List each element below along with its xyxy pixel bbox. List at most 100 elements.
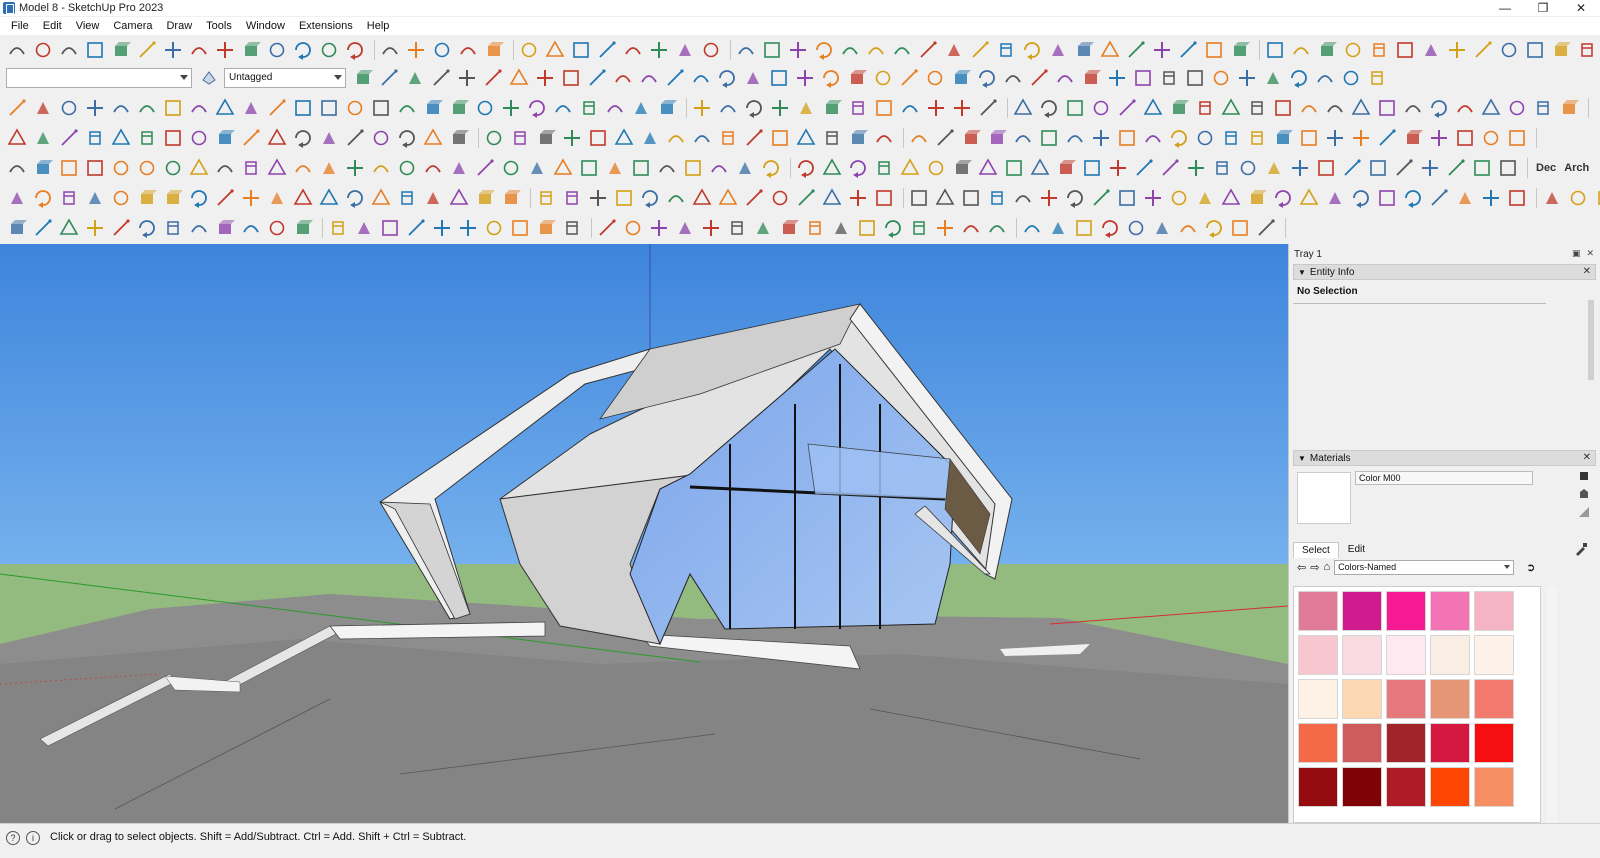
triangle-tool-icon-4-0-11[interactable] <box>292 187 314 209</box>
material-swatch-24[interactable] <box>1474 767 1514 807</box>
swatch-scrollbar[interactable] <box>1547 586 1557 823</box>
back-arrow-icon[interactable]: ⇦ <box>1297 561 1306 574</box>
document-icon-2-2-13[interactable] <box>1246 127 1268 149</box>
box-tool-icon-r2-19[interactable] <box>846 67 868 89</box>
pushpull-tool-icon-3-1-18[interactable] <box>1263 157 1285 179</box>
circle-tool-icon-5-3-4[interactable] <box>1125 217 1147 239</box>
triangle-tool-icon-3-0-10[interactable] <box>266 157 288 179</box>
menu-help[interactable]: Help <box>360 17 397 35</box>
pushpull-tool-icon-0-3-12[interactable] <box>1047 39 1069 61</box>
line-tool-icon-0-3-9[interactable] <box>969 39 991 61</box>
entity-info-close-icon[interactable]: ✕ <box>1583 266 1591 277</box>
box-tool-icon-3-0-1[interactable] <box>32 157 54 179</box>
material-swatch-1[interactable] <box>1342 591 1382 631</box>
square-tool-icon-3-1-11[interactable] <box>1081 157 1103 179</box>
move-tool-icon-3-0-13[interactable] <box>344 157 366 179</box>
triangle-tool-icon-0-2-1[interactable] <box>544 39 566 61</box>
square-tool-icon-5-3-8[interactable] <box>1229 217 1251 239</box>
document-icon-2-0-3[interactable] <box>84 127 106 149</box>
move-tool-icon-3-1-12[interactable] <box>1107 157 1129 179</box>
triangle-tool-icon-2-0-16[interactable] <box>422 127 444 149</box>
square-tool-icon-3-0-3[interactable] <box>84 157 106 179</box>
triangle-tool-icon-4-1-7[interactable] <box>717 187 739 209</box>
square-tool-icon-0-2-2[interactable] <box>570 39 592 61</box>
square-tool-icon-1-0-14[interactable] <box>370 97 392 119</box>
arc-tool-icon-r2-27[interactable] <box>1054 67 1076 89</box>
rotate-tool-icon-r2-36[interactable] <box>1288 67 1310 89</box>
triangle-tool-icon-3-1-9[interactable] <box>1029 157 1051 179</box>
triangle-tool-icon-4-0-14[interactable] <box>370 187 392 209</box>
arc-tool-icon-2-2-4[interactable] <box>1012 127 1034 149</box>
square-tool-icon-4-1-3[interactable] <box>613 187 635 209</box>
triangle-tool-icon-2-0-4[interactable] <box>110 127 132 149</box>
line-tool-icon-0-0-5[interactable] <box>136 39 158 61</box>
document-icon-1-2-7[interactable] <box>1194 97 1216 119</box>
material-swatch-11[interactable] <box>1342 679 1382 719</box>
document-icon-2-1-1[interactable] <box>509 127 531 149</box>
tray-close-icon[interactable]: ✕ <box>1586 248 1594 259</box>
rotate-tool-icon-4-2-6[interactable] <box>1064 187 1086 209</box>
menu-file[interactable]: File <box>4 17 36 35</box>
rotate-tool-icon-4-0-7[interactable] <box>188 187 210 209</box>
move-tool-icon-r2-34[interactable] <box>1236 67 1258 89</box>
pushpull-tool-icon-r2-2[interactable] <box>404 67 426 89</box>
circle-tool-icon-2-2-22[interactable] <box>1480 127 1502 149</box>
arc-tool-icon-3-0-25[interactable] <box>656 157 678 179</box>
triangle-tool-icon-3-0-21[interactable] <box>552 157 574 179</box>
line-tool-icon-0-3-17[interactable] <box>1177 39 1199 61</box>
square-tool-icon-r2-16[interactable] <box>768 67 790 89</box>
circle-tool-icon-r2-33[interactable] <box>1210 67 1232 89</box>
details-arrow-icon[interactable]: ➲ <box>1526 561 1535 574</box>
materials-header[interactable]: ▼ Materials ✕ <box>1293 450 1596 466</box>
triangle-tool-icon-2-1-5[interactable] <box>613 127 635 149</box>
circle-tool-icon-4-3-1[interactable] <box>1567 187 1589 209</box>
line-tool-icon-4-1-10[interactable] <box>795 187 817 209</box>
circle-tool-icon-5-2-1[interactable] <box>622 217 644 239</box>
move-tool-icon-r2-4[interactable] <box>456 67 478 89</box>
line-tool-icon-r2-12[interactable] <box>664 67 686 89</box>
material-swatch-8[interactable] <box>1430 635 1470 675</box>
move-tool-icon-3-1-19[interactable] <box>1289 157 1311 179</box>
pushpull-tool-icon-4-2-11[interactable] <box>1194 187 1216 209</box>
box-tool-icon-1-0-16[interactable] <box>422 97 444 119</box>
line-tool-icon-0-4-8[interactable] <box>1472 39 1494 61</box>
box-tool-icon-4-0-18[interactable] <box>474 187 496 209</box>
circle-tool-icon-0-1-2[interactable] <box>431 39 453 61</box>
box-tool-icon-5-1-8[interactable] <box>535 217 557 239</box>
document-icon-5-2-12[interactable] <box>908 217 930 239</box>
triangle-tool-icon-3-1-4[interactable] <box>899 157 921 179</box>
move-tool-icon-1-1-9[interactable] <box>925 97 947 119</box>
material-swatch-19[interactable] <box>1474 723 1514 763</box>
line-tool-icon-3-1-14[interactable] <box>1159 157 1181 179</box>
square-tool-icon-2-1-11[interactable] <box>769 127 791 149</box>
arc-tool-icon-0-3-5[interactable] <box>865 39 887 61</box>
box-tool-icon-1-0-17[interactable] <box>448 97 470 119</box>
sample-paint-icon[interactable] <box>1574 542 1588 559</box>
document-icon-4-2-3[interactable] <box>986 187 1008 209</box>
square-tool-icon-0-3-1[interactable] <box>761 39 783 61</box>
material-swatch-20[interactable] <box>1298 767 1338 807</box>
box-tool-icon-2-1-14[interactable] <box>847 127 869 149</box>
box-tool-icon-2-2-19[interactable] <box>1402 127 1424 149</box>
arc-tool-icon-1-0-5[interactable] <box>136 97 158 119</box>
display-secondary-icon[interactable] <box>1578 470 1590 482</box>
circle-tool-icon-4-2-10[interactable] <box>1168 187 1190 209</box>
square-tool-icon-0-3-18[interactable] <box>1203 39 1225 61</box>
move-tool-icon-r2-17[interactable] <box>794 67 816 89</box>
document-icon-5-1-0[interactable] <box>327 217 349 239</box>
line-tool-icon-3-0-18[interactable] <box>474 157 496 179</box>
line-tool-icon-5-1-3[interactable] <box>405 217 427 239</box>
square-tool-icon-5-1-7[interactable] <box>509 217 531 239</box>
arc-tool-icon-1-1-8[interactable] <box>899 97 921 119</box>
square-tool-icon-0-0-3[interactable] <box>84 39 106 61</box>
move-tool-icon-3-1-15[interactable] <box>1185 157 1207 179</box>
circle-tool-icon-r2-22[interactable] <box>924 67 946 89</box>
line-tool-icon-1-0-10[interactable] <box>266 97 288 119</box>
arc-tool-icon-3-0-16[interactable] <box>422 157 444 179</box>
square-tool-icon-3-0-26[interactable] <box>682 157 704 179</box>
arc-tool-icon-1-2-12[interactable] <box>1324 97 1346 119</box>
circle-tool-icon-0-2-0[interactable] <box>518 39 540 61</box>
pushpull-tool-icon-4-3-0[interactable] <box>1541 187 1563 209</box>
document-icon-4-3-2[interactable] <box>1593 187 1600 209</box>
square-tool-icon-0-4-10[interactable] <box>1524 39 1546 61</box>
